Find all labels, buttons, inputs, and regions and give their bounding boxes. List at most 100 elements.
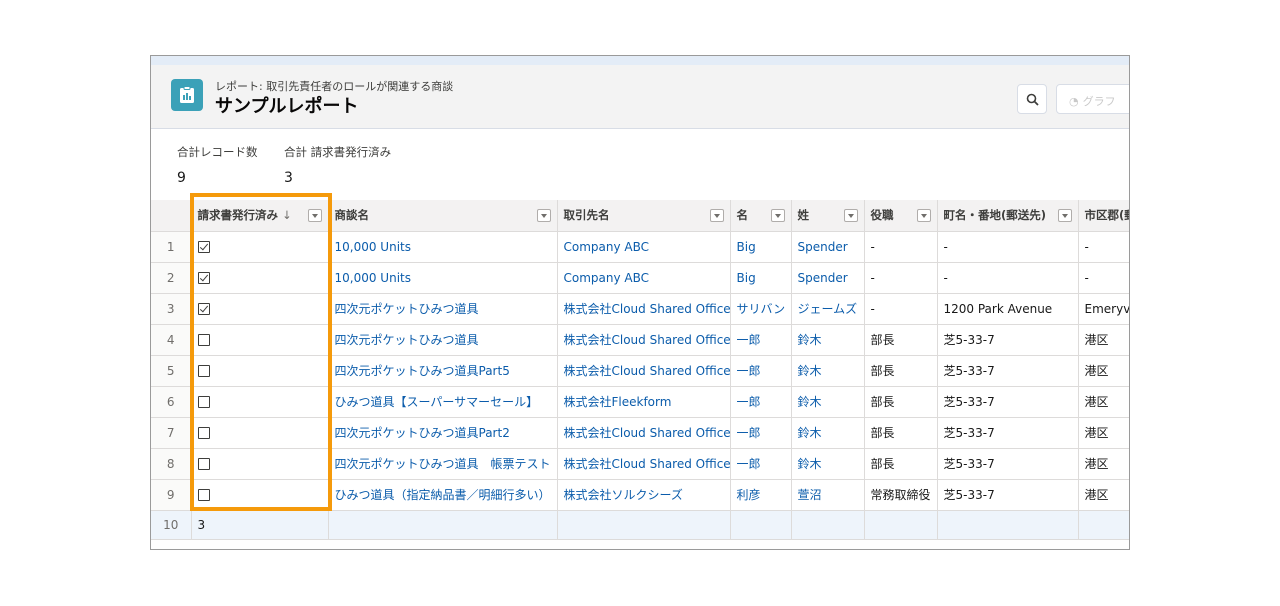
row-number: 10: [151, 510, 192, 540]
checked-checkbox-icon: [197, 303, 210, 315]
table-row: 7 四次元ポケットひみつ道具Part2 株式会社Cloud Shared Offic…: [151, 417, 1129, 449]
add-chart-label: グラフ: [1082, 95, 1116, 108]
column-header-job-title[interactable]: 役職: [864, 200, 938, 232]
column-header-city[interactable]: 市区郡(郵: [1078, 200, 1129, 232]
unchecked-checkbox-icon: [197, 427, 210, 439]
column-header-invoiced[interactable]: 請求書発行済み ↓: [191, 200, 329, 232]
last-name-link[interactable]: 鈴木: [791, 386, 865, 418]
table-row: 5 四次元ポケットひみつ道具Part5 株式会社Cloud Shared Offic…: [151, 355, 1129, 387]
table-row: 3 四次元ポケットひみつ道具 株式会社Cloud Shared Office サリバン…: [151, 293, 1129, 325]
add-chart-button[interactable]: ◔ グラフ: [1056, 84, 1129, 114]
city-cell: 港区: [1078, 448, 1129, 480]
first-name-link[interactable]: Big: [730, 231, 792, 263]
last-name-link[interactable]: 鈴木: [791, 324, 865, 356]
first-name-link[interactable]: 利彦: [730, 479, 792, 511]
last-name-link[interactable]: 鈴木: [791, 355, 865, 387]
account-link[interactable]: 株式会社Cloud Shared Office: [557, 324, 731, 356]
unchecked-checkbox-icon: [197, 396, 210, 408]
job-title-cell: 部長: [864, 355, 938, 387]
last-name-link[interactable]: ジェームズ: [791, 293, 865, 325]
account-link[interactable]: 株式会社Cloud Shared Office: [557, 417, 731, 449]
unchecked-checkbox-icon: [197, 458, 210, 470]
column-header-account[interactable]: 取引先名: [557, 200, 731, 232]
first-name-link[interactable]: 一郎: [730, 417, 792, 449]
last-name-link[interactable]: 鈴木: [791, 417, 865, 449]
checked-checkbox-icon: [197, 272, 210, 284]
unchecked-checkbox-icon: [197, 334, 210, 346]
row-number: 4: [151, 324, 192, 356]
account-link[interactable]: Company ABC: [557, 262, 731, 294]
summary-invoiced-total: 合計 請求書発行済み 3: [284, 144, 391, 186]
report-table: 請求書発行済み ↓ 商談名 取引先名 名 姓 役職 町名・番地(郵送先) 市区郡(…: [151, 200, 1129, 540]
street-cell: 芝5-33-7: [937, 355, 1079, 387]
report-header: レポート: 取引先責任者のロールが関連する商談 サンプルレポート ◔ グラフ: [151, 56, 1129, 129]
table-row: 2 10,000 Units Company ABC Big Spender - - -: [151, 262, 1129, 294]
grand-total-row: 10 3: [151, 510, 1129, 540]
first-name-link[interactable]: サリバン: [730, 293, 792, 325]
checked-checkbox-icon: [197, 241, 210, 253]
opportunity-link[interactable]: 10,000 Units: [328, 262, 558, 294]
first-name-link[interactable]: 一郎: [730, 448, 792, 480]
unchecked-checkbox-icon: [197, 365, 210, 377]
invoiced-cell: [191, 448, 329, 480]
column-menu-button[interactable]: [843, 209, 858, 222]
job-title-cell: 部長: [864, 386, 938, 418]
first-name-link[interactable]: 一郎: [730, 386, 792, 418]
row-number: 5: [151, 355, 192, 387]
header-stripe: [151, 56, 1129, 65]
search-icon: [1026, 93, 1039, 106]
row-number: 9: [151, 479, 192, 511]
account-link[interactable]: Company ABC: [557, 231, 731, 263]
city-cell: -: [1078, 262, 1129, 294]
opportunity-link[interactable]: ひみつ道具【スーパーサマーセール】: [328, 386, 558, 418]
opportunity-link[interactable]: 四次元ポケットひみつ道具: [328, 293, 558, 325]
opportunity-link[interactable]: 四次元ポケットひみつ道具: [328, 324, 558, 356]
summary-label: 合計レコード数: [177, 145, 258, 159]
account-link[interactable]: 株式会社Cloud Shared Office: [557, 448, 731, 480]
report-icon: [171, 79, 203, 111]
job-title-cell: 常務取締役: [864, 479, 938, 511]
opportunity-link[interactable]: 四次元ポケットひみつ道具Part2: [328, 417, 558, 449]
city-cell: 港区: [1078, 324, 1129, 356]
column-menu-button[interactable]: [1057, 209, 1072, 222]
column-menu-button[interactable]: [916, 209, 931, 222]
unchecked-checkbox-icon: [197, 489, 210, 501]
opportunity-link[interactable]: 四次元ポケットひみつ道具Part5: [328, 355, 558, 387]
column-header-last-name[interactable]: 姓: [791, 200, 865, 232]
column-menu-button[interactable]: [307, 209, 322, 222]
opportunity-link[interactable]: 四次元ポケットひみつ道具 帳票テスト: [328, 448, 558, 480]
invoiced-cell: [191, 355, 329, 387]
last-name-link[interactable]: 萱沼: [791, 479, 865, 511]
column-header-street[interactable]: 町名・番地(郵送先): [937, 200, 1079, 232]
sort-desc-icon: ↓: [282, 208, 292, 223]
account-link[interactable]: 株式会社Fleekform: [557, 386, 731, 418]
table-row: 8 四次元ポケットひみつ道具 帳票テスト 株式会社Cloud Shared Offi…: [151, 448, 1129, 480]
column-menu-button[interactable]: [770, 209, 785, 222]
street-cell: 芝5-33-7: [937, 417, 1079, 449]
search-button[interactable]: [1017, 84, 1047, 114]
last-name-link[interactable]: Spender: [791, 262, 865, 294]
account-link[interactable]: 株式会社Cloud Shared Office: [557, 293, 731, 325]
street-cell: 芝5-33-7: [937, 386, 1079, 418]
last-name-link[interactable]: 鈴木: [791, 448, 865, 480]
job-title-cell: -: [864, 293, 938, 325]
account-link[interactable]: 株式会社Cloud Shared Office: [557, 355, 731, 387]
account-link[interactable]: 株式会社ソルクシーズ: [557, 479, 731, 511]
column-header-first-name[interactable]: 名: [730, 200, 792, 232]
first-name-link[interactable]: 一郎: [730, 355, 792, 387]
column-menu-button[interactable]: [536, 209, 551, 222]
opportunity-link[interactable]: 10,000 Units: [328, 231, 558, 263]
column-menu-button[interactable]: [709, 209, 724, 222]
last-name-link[interactable]: Spender: [791, 231, 865, 263]
invoiced-cell: [191, 262, 329, 294]
first-name-link[interactable]: Big: [730, 262, 792, 294]
first-name-link[interactable]: 一郎: [730, 324, 792, 356]
table-row: 1 10,000 Units Company ABC Big Spender - - -: [151, 231, 1129, 263]
job-title-cell: -: [864, 231, 938, 263]
opportunity-link[interactable]: ひみつ道具（指定納品書／明細行多い）: [328, 479, 558, 511]
column-header-opportunity[interactable]: 商談名: [328, 200, 558, 232]
page-title: サンプルレポート: [215, 96, 359, 117]
street-cell: 芝5-33-7: [937, 324, 1079, 356]
summary-record-count: 合計レコード数 9: [177, 144, 258, 186]
chart-icon: ◔: [1069, 95, 1079, 108]
